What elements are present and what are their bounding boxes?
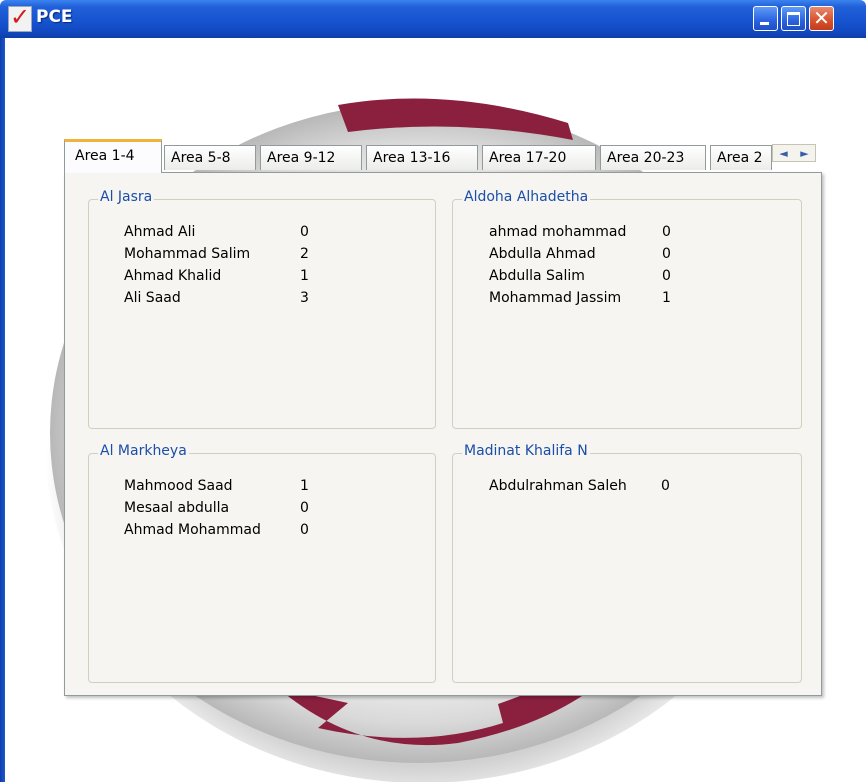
group-title: Aldoha Alhadetha [462,189,591,205]
person-count: 0 [300,224,309,240]
person-count: 2 [300,246,309,262]
tab-strip: Area 1-4 Area 5-8 Area 9-12 Area 13-16 A… [64,139,824,173]
person-count: 1 [300,268,309,284]
minimize-button[interactable] [753,6,778,31]
red-checkmark-icon[interactable]: ✓ [8,3,32,32]
person-count: 0 [662,224,671,240]
tab-area-partial[interactable]: Area 2 [710,145,772,170]
person-name: Abdulrahman Saleh [489,478,627,494]
maximize-icon [787,12,800,26]
tab-area-13-16[interactable]: Area 13-16 [366,145,478,170]
close-button[interactable]: ✕ [809,6,834,31]
person-name: Mohammad Jassim [489,290,622,306]
person-name: Mahmood Saad [124,478,233,494]
person-count: 0 [300,500,309,516]
person-name: Mohammad Salim [124,246,251,262]
tab-area-20-23[interactable]: Area 20-23 [600,145,706,170]
tab-scroll-buttons: ◄ ► [772,144,816,162]
group-al-jasra: Al Jasra Ahmad Ali 0 Mohammad Salim 2 Ah… [88,189,436,429]
person-count: 0 [300,522,309,538]
person-name: ahmad mohammad [489,224,627,240]
tab-area-1-4[interactable]: Area 1-4 [64,139,162,173]
chevron-left-icon[interactable]: ◄ [779,147,787,160]
person-name: Abdulla Ahmad [489,246,596,262]
person-count: 0 [662,246,671,262]
window-title: PCE [36,7,73,27]
person-count: 0 [662,268,671,284]
person-name: Ahmad Khalid [124,268,222,284]
title-bar[interactable]: ✓ PCE ✕ [0,0,866,38]
person-name: Abdulla Salim [489,268,585,284]
person-name: Ahmad Mohammad [124,522,261,538]
person-count: 0 [661,478,670,494]
group-title: Al Markheya [98,443,189,459]
tab-area-17-20[interactable]: Area 17-20 [482,145,596,170]
person-name: Mesaal abdulla [124,500,230,516]
close-icon: ✕ [813,6,830,30]
group-title: Madinat Khalifa N [462,443,590,459]
person-name: Ahmad Ali [124,224,196,240]
group-title: Al Jasra [98,189,155,205]
tab-page-area-1-4: Al Jasra Ahmad Ali 0 Mohammad Salim 2 Ah… [64,172,822,696]
minimize-icon [760,22,769,25]
chevron-right-icon[interactable]: ► [800,147,808,160]
maximize-button[interactable] [781,6,806,31]
person-count: 1 [300,478,309,494]
tab-area-5-8[interactable]: Area 5-8 [164,145,256,170]
person-count: 3 [300,290,309,306]
window-frame-left [0,38,5,782]
group-madinat-khalifa-n: Madinat Khalifa N Abdulrahman Saleh 0 [452,443,802,683]
group-aldoha-alhadetha: Aldoha Alhadetha ahmad mohammad 0 Abdull… [452,189,802,429]
group-al-markheya: Al Markheya Mahmood Saad 1 Mesaal abdull… [88,443,436,683]
person-count: 1 [662,290,671,306]
app-window: ✓ PCE ✕ Area 1-4 Area 5-8 Area 9-12 Area… [0,0,866,782]
person-name: Ali Saad [124,290,181,306]
tab-area-9-12[interactable]: Area 9-12 [260,145,362,170]
